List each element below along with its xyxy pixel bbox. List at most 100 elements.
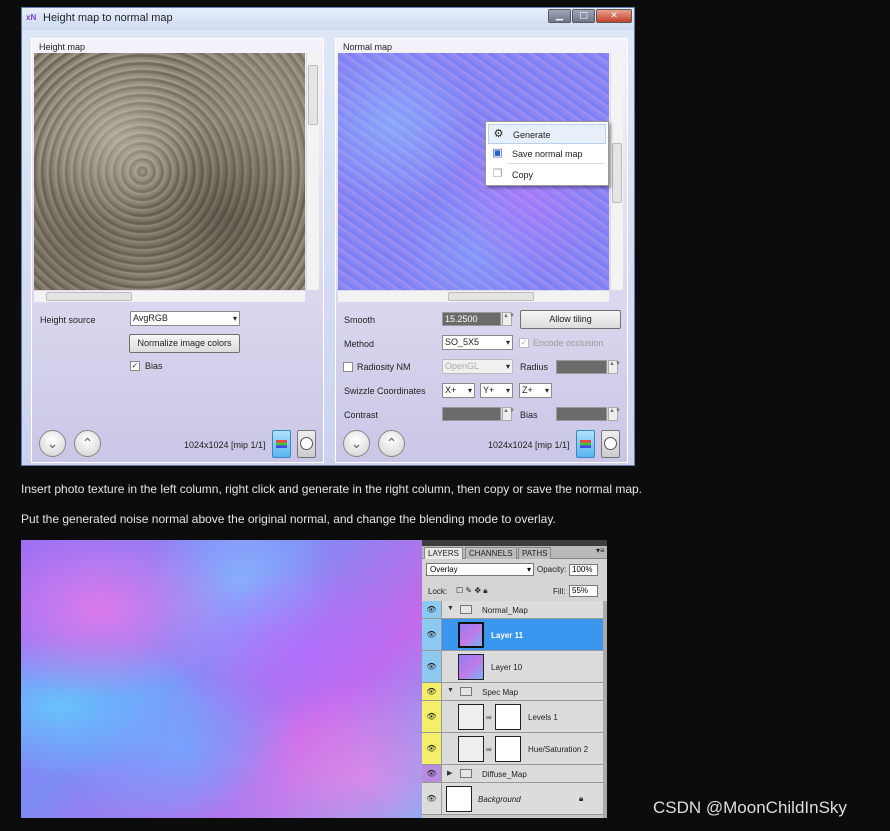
arrow-up-icon[interactable]: ⌃	[378, 430, 405, 457]
contrast-input[interactable]	[442, 407, 501, 421]
contrast-spinner[interactable]: ▲▼	[502, 407, 515, 421]
menu-item-copy[interactable]: ❐ Copy	[488, 165, 606, 185]
link-icon: ∞	[486, 713, 492, 722]
resolution-label: 1024x1024 [mip 1/1]	[488, 440, 570, 450]
tab-layers[interactable]: LAYERS	[424, 547, 463, 559]
vertical-scrollbar[interactable]	[306, 53, 319, 290]
smooth-spinner[interactable]: ▲▼	[502, 312, 515, 326]
radius-input[interactable]	[556, 360, 607, 374]
bias-label: Bias	[145, 361, 163, 371]
close-button[interactable]: ✕	[596, 9, 632, 23]
copy-icon: ❐	[492, 168, 503, 180]
layer-levels-1[interactable]: 👁︎ ∞ Levels 1	[422, 701, 603, 733]
eye-icon[interactable]: 👁︎	[422, 783, 442, 814]
normalize-image-colors-button[interactable]: Normalize image colors	[129, 334, 240, 353]
normal-bias-spinner[interactable]: ▲▼	[608, 407, 621, 421]
smooth-input[interactable]: 15.2500	[442, 312, 501, 326]
arrow-up-icon[interactable]: ⌃	[74, 430, 101, 457]
eye-icon[interactable]: 👁︎	[422, 601, 442, 618]
height-source-label: Height source	[40, 315, 96, 325]
collapse-icon[interactable]: ▼	[447, 687, 454, 694]
hue-saturation-icon	[458, 736, 484, 762]
layer-name: Hue/Saturation 2	[528, 745, 589, 754]
alpha-button[interactable]	[297, 430, 316, 458]
gear-icon: ⚙	[493, 128, 504, 140]
rgb-icon	[580, 440, 591, 448]
allow-tiling-button[interactable]: Allow tiling	[520, 310, 621, 329]
mask-thumbnail	[495, 704, 521, 730]
menu-item-generate[interactable]: ⚙ Generate	[488, 124, 606, 144]
encode-occlusion-checkbox[interactable]: ✓	[519, 338, 529, 348]
eye-icon[interactable]: 👁︎	[422, 619, 442, 650]
fill-label: Fill:	[553, 587, 566, 596]
arrow-down-icon[interactable]: ⌄	[39, 430, 66, 457]
app-icon: xN	[26, 13, 37, 22]
lock-icon: 🔒︎	[579, 794, 584, 803]
window-title: Height map to normal map	[43, 12, 173, 24]
layer-11[interactable]: 👁︎ Layer 11	[422, 619, 603, 651]
opacity-input[interactable]: 100%	[569, 564, 598, 576]
layer-hue-saturation-2[interactable]: 👁︎ ∞ Hue/Saturation 2	[422, 733, 603, 765]
link-icon: ∞	[486, 745, 492, 754]
normal-map-preview	[21, 540, 422, 818]
mask-thumbnail	[495, 736, 521, 762]
expand-icon[interactable]: ▶	[447, 769, 452, 777]
layers-scrollbar[interactable]	[603, 601, 607, 818]
layer-name: Background	[478, 795, 521, 804]
horizontal-scrollbar[interactable]	[34, 291, 305, 302]
vertical-scrollbar[interactable]	[610, 53, 623, 290]
method-label: Method	[344, 339, 375, 349]
layer-group-spec-map[interactable]: 👁︎ ▼ Spec Map	[422, 683, 603, 701]
maximize-button[interactable]: □	[572, 9, 595, 23]
layer-group-normal-map[interactable]: 👁︎ ▼ Normal_Map	[422, 601, 603, 619]
layer-thumbnail	[458, 622, 484, 648]
height-source-select[interactable]: AvgRGB	[130, 311, 240, 326]
blend-mode-select[interactable]: Overlay	[426, 563, 534, 576]
layer-name: Layer 11	[491, 631, 524, 640]
caption-2: Put the generated noise normal above the…	[21, 512, 556, 526]
eye-icon[interactable]: 👁︎	[422, 733, 442, 764]
resolution-label: 1024x1024 [mip 1/1]	[184, 440, 266, 450]
layer-background[interactable]: 👁︎ Background 🔒︎	[422, 783, 603, 815]
layer-10[interactable]: 👁︎ Layer 10	[422, 651, 603, 683]
tab-channels[interactable]: CHANNELS	[465, 547, 517, 559]
color-channels-button[interactable]	[576, 430, 595, 458]
method-select[interactable]: SO_5X5	[442, 335, 513, 350]
layer-group-diffuse-map[interactable]: 👁︎ ▶ Diffuse_Map	[422, 765, 603, 783]
swizzle-z-select[interactable]: Z+	[519, 383, 552, 398]
lock-label: Lock:	[428, 587, 448, 596]
normal-map-dialog: xN Height map to normal map ▁ □ ✕ Height…	[21, 7, 635, 466]
height-map-image[interactable]	[34, 53, 305, 290]
panel-menu-icon[interactable]: ▾≡	[596, 546, 605, 555]
contrast-label: Contrast	[344, 410, 379, 420]
collapse-icon[interactable]: ▼	[447, 605, 454, 612]
alpha-button[interactable]	[601, 430, 620, 458]
eye-icon[interactable]: 👁︎	[422, 765, 442, 782]
radiosity-api-select[interactable]: OpenGL	[442, 359, 513, 374]
eye-icon[interactable]: 👁︎	[422, 683, 442, 700]
eye-icon[interactable]: 👁︎	[422, 651, 442, 682]
levels-icon	[458, 704, 484, 730]
color-channels-button[interactable]	[272, 430, 291, 458]
fill-input[interactable]: 55%	[569, 585, 598, 597]
context-menu: ⚙ Generate ▣ Save normal map ❐ Copy	[485, 121, 609, 186]
eye-icon[interactable]: 👁︎	[422, 701, 442, 732]
menu-item-label: Generate	[513, 130, 551, 140]
menu-item-save-normal-map[interactable]: ▣ Save normal map	[488, 144, 606, 164]
arrow-down-icon[interactable]: ⌄	[343, 430, 370, 457]
bias-checkbox[interactable]: ✓	[130, 361, 140, 371]
layer-name: Layer 10	[491, 663, 523, 672]
normal-map-panel: Normal map Smooth 15.2500 ▲▼ Allow tilin…	[335, 38, 628, 463]
swizzle-y-select[interactable]: Y+	[480, 383, 513, 398]
radiosity-checkbox[interactable]	[343, 362, 353, 372]
radius-spinner[interactable]: ▲▼	[608, 360, 621, 374]
normal-bias-input[interactable]	[556, 407, 607, 421]
save-icon: ▣	[492, 147, 503, 159]
minimize-button[interactable]: ▁	[548, 9, 571, 23]
swizzle-x-select[interactable]: X+	[442, 383, 475, 398]
horizontal-scrollbar[interactable]	[338, 291, 609, 302]
tab-paths[interactable]: PATHS	[518, 547, 552, 559]
layer-name: Normal_Map	[482, 606, 528, 615]
radiosity-label: Radiosity NM	[357, 362, 411, 372]
lock-icons[interactable]: ☐ ✎ ✥ 🔒︎	[456, 586, 488, 596]
